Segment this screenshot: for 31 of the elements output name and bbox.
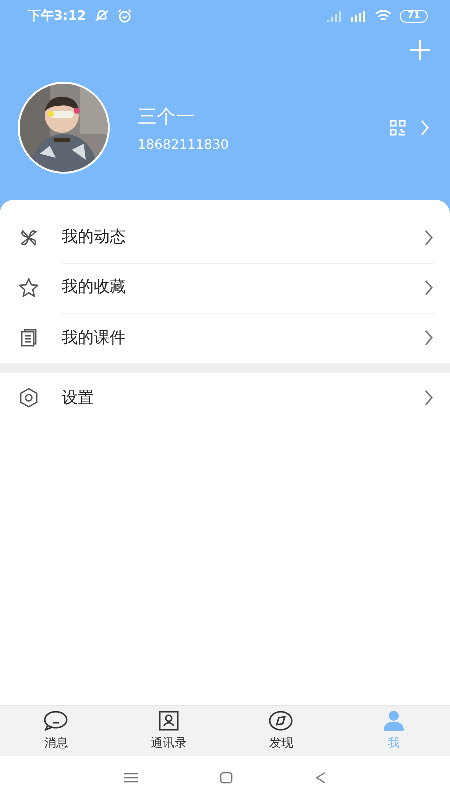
- tab[interactable]: 发现: [225, 706, 338, 756]
- chevron-right-icon: [420, 120, 430, 136]
- chat-icon: [43, 710, 70, 732]
- tab[interactable]: 消息: [0, 706, 112, 756]
- alarm-icon: [118, 9, 132, 23]
- person-icon: [382, 710, 405, 732]
- menu-item[interactable]: 我的收藏: [0, 263, 450, 313]
- signal-icon: [327, 10, 343, 22]
- wifi-icon: [375, 10, 392, 22]
- back-icon[interactable]: [314, 772, 326, 784]
- user-name: 三个一: [138, 104, 196, 130]
- menu-item[interactable]: 我的课件: [0, 313, 450, 363]
- status-time: 下午3:12: [28, 8, 86, 25]
- home-icon[interactable]: [220, 772, 232, 784]
- menu-item[interactable]: 我的动态: [0, 213, 450, 263]
- phone-number: 18682111830: [138, 138, 230, 152]
- chevron-right-icon: [424, 230, 434, 246]
- menu-icon[interactable]: [124, 773, 138, 783]
- chevron-right-icon: [424, 280, 434, 296]
- signal-icon: [351, 10, 367, 22]
- battery-indicator: 71: [400, 10, 428, 22]
- contact-icon: [158, 710, 180, 732]
- chevron-right-icon: [424, 330, 434, 346]
- settings-icon: [18, 387, 40, 409]
- tab[interactable]: 通讯录: [112, 706, 225, 756]
- menu-item[interactable]: 设置: [0, 373, 450, 423]
- notification-off-icon: [94, 9, 110, 23]
- compass-icon: [268, 710, 294, 732]
- star-icon: [18, 277, 40, 299]
- chevron-right-icon: [424, 390, 434, 406]
- pinwheel-icon: [18, 227, 40, 249]
